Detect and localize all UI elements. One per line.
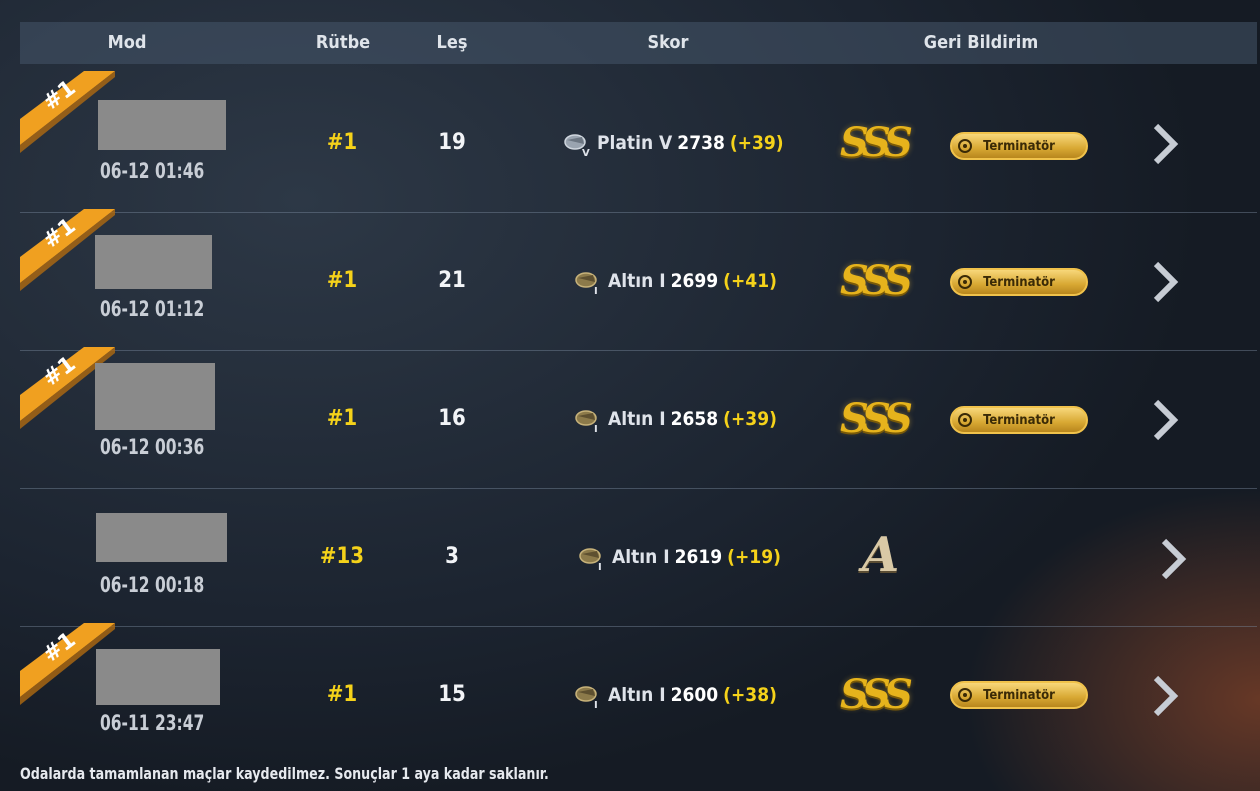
score-delta: (+38): [723, 684, 777, 706]
match-row[interactable]: 06-12 00:18 #13 3 I Altın I 2619 (+19) A: [20, 489, 1257, 627]
score-delta: (+39): [723, 408, 777, 430]
match-rank: #1: [326, 130, 358, 155]
header-skor: Skor: [647, 32, 689, 53]
score-delta: (+39): [729, 132, 784, 154]
title-badge-label: Terminatör: [983, 274, 1055, 290]
match-date: 06-12 00:36: [100, 435, 205, 459]
tier-name: Altın I: [608, 408, 666, 430]
tier-name: Altın I: [608, 684, 666, 706]
grade-sss: SSS: [840, 395, 913, 442]
badge-dot-icon: [958, 275, 972, 289]
chevron-right-icon[interactable]: [1150, 260, 1180, 304]
gold-tier-icon: I: [579, 548, 602, 572]
match-date: 06-12 01:12: [100, 297, 205, 321]
score-value: 2738: [677, 132, 725, 154]
title-badge: Terminatör: [950, 132, 1088, 160]
gold-tier-icon: I: [575, 272, 598, 296]
title-badge: Terminatör: [950, 681, 1088, 709]
score-info: I Altın I 2600 (+38): [573, 680, 777, 710]
score-delta: (+19): [727, 546, 781, 568]
grade-sss: SSS: [840, 671, 913, 718]
player-name-redacted: [95, 235, 212, 289]
header-mod: Mod: [107, 32, 147, 53]
score-info: I Altın I 2619 (+19): [577, 542, 781, 572]
score-value: 2619: [674, 546, 723, 568]
grade-a: A: [862, 527, 900, 583]
footer-note: Odalarda tamamlanan maçlar kaydedilmez. …: [20, 764, 549, 783]
score-info: I Altın I 2699 (+41): [573, 266, 777, 296]
kill-count: 16: [438, 406, 466, 431]
header-geri-bildirim: Geri Bildirim: [923, 32, 1039, 53]
chevron-right-icon[interactable]: [1150, 122, 1180, 166]
score-delta: (+41): [723, 270, 777, 292]
match-date: 06-12 00:18: [100, 573, 205, 597]
score-info: I Altın I 2658 (+39): [573, 404, 777, 434]
score-value: 2699: [670, 270, 719, 292]
chevron-right-icon[interactable]: [1150, 674, 1180, 718]
gold-tier-icon: I: [575, 410, 598, 434]
header-les: Leş: [436, 32, 468, 53]
match-rank: #1: [326, 406, 358, 431]
svg-text:I: I: [594, 424, 598, 434]
kill-count: 21: [438, 268, 466, 293]
score-value: 2658: [670, 408, 719, 430]
svg-text:V: V: [582, 148, 590, 158]
score-info: V Platin V 2738 (+39): [562, 128, 784, 158]
header-rutbe: Rütbe: [315, 32, 371, 53]
chevron-right-icon[interactable]: [1150, 398, 1180, 442]
match-rank: #1: [326, 682, 358, 707]
chevron-right-icon[interactable]: [1158, 537, 1188, 581]
player-name-redacted: [95, 363, 215, 430]
svg-text:I: I: [594, 286, 598, 296]
score-value: 2600: [670, 684, 719, 706]
table-header: Mod Rütbe Leş Skor Geri Bildirim: [20, 22, 1257, 64]
kill-count: 19: [438, 130, 466, 155]
match-row[interactable]: #1 06-12 00:36 #1 16 I Altın I 2658 (+39…: [20, 347, 1257, 489]
tier-name: Altın I: [608, 270, 666, 292]
match-row[interactable]: #1 06-12 01:12 #1 21 I Altın I 2699 (+41…: [20, 209, 1257, 351]
match-date: 06-12 01:46: [100, 159, 205, 183]
match-row[interactable]: #1 06-12 01:46 #1 19 V Platin V 2738 (+3…: [20, 71, 1257, 213]
kill-count: 3: [445, 544, 459, 569]
match-rank: #13: [319, 544, 365, 569]
badge-dot-icon: [958, 139, 972, 153]
player-name-redacted: [98, 100, 226, 150]
title-badge-label: Terminatör: [983, 138, 1055, 154]
gold-tier-icon: I: [575, 686, 598, 710]
tier-name: Altın I: [612, 546, 670, 568]
match-rank: #1: [326, 268, 358, 293]
kill-count: 15: [438, 682, 466, 707]
match-date: 06-11 23:47: [100, 711, 205, 735]
svg-text:I: I: [594, 700, 598, 710]
tier-name: Platin V: [597, 132, 673, 154]
badge-dot-icon: [958, 413, 972, 427]
title-badge-label: Terminatör: [983, 687, 1055, 703]
title-badge-label: Terminatör: [983, 412, 1055, 428]
svg-text:I: I: [598, 562, 602, 572]
match-row[interactable]: #1 06-11 23:47 #1 15 I Altın I 2600 (+38…: [20, 623, 1257, 764]
title-badge: Terminatör: [950, 268, 1088, 296]
player-name-redacted: [96, 649, 220, 705]
player-name-redacted: [96, 513, 227, 562]
grade-sss: SSS: [840, 257, 913, 304]
badge-dot-icon: [958, 688, 972, 702]
title-badge: Terminatör: [950, 406, 1088, 434]
platinum-tier-icon: V: [564, 134, 590, 158]
grade-sss: SSS: [840, 119, 913, 166]
